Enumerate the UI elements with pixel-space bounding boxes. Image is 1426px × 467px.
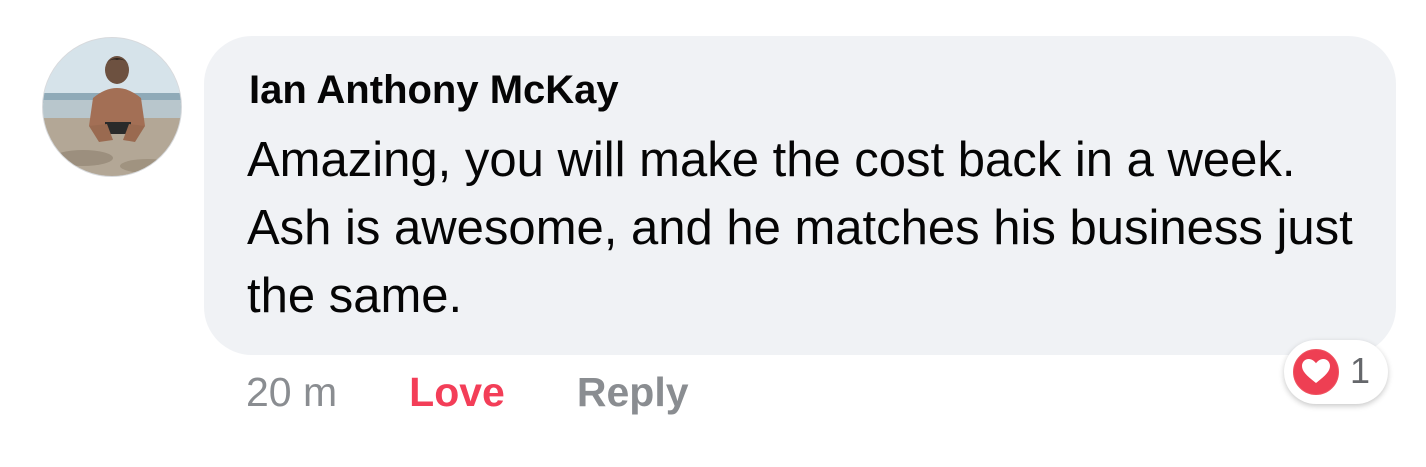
comment-author[interactable]: Ian Anthony McKay	[249, 68, 619, 113]
comment-actions: 20 m Love Reply	[246, 364, 689, 420]
reaction-summary[interactable]: 1	[1284, 340, 1388, 404]
comment-timestamp[interactable]: 20 m	[246, 369, 337, 416]
comment-bubble: Ian Anthony McKay Amazing, you will make…	[204, 36, 1396, 355]
love-button[interactable]: Love	[409, 369, 505, 416]
reply-button[interactable]: Reply	[577, 369, 689, 416]
avatar-photo	[43, 38, 181, 176]
comment-text: Amazing, you will make the cost back in …	[247, 133, 1353, 323]
avatar[interactable]	[42, 37, 182, 177]
reaction-count: 1	[1350, 350, 1371, 391]
heart-icon	[1291, 347, 1341, 397]
